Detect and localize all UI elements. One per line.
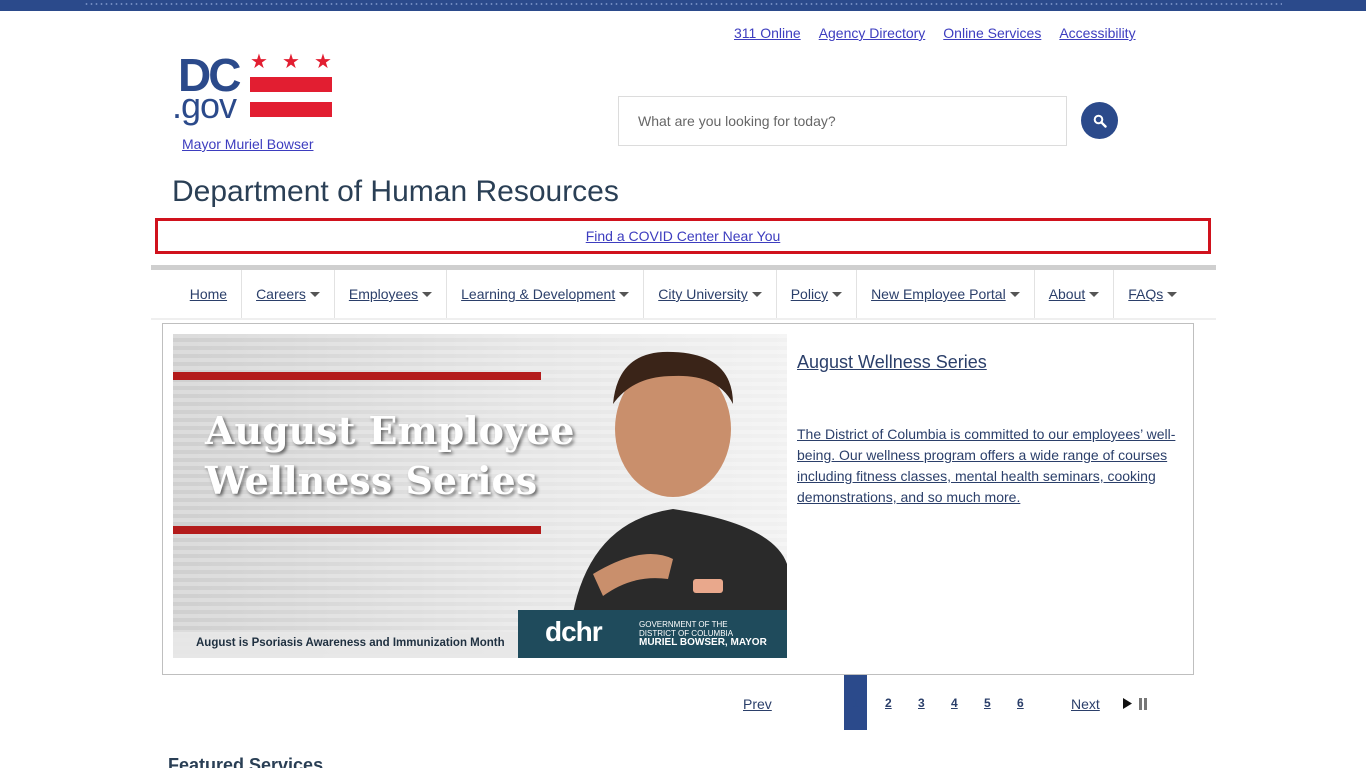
slide-description-link[interactable]: The District of Columbia is committed to… (797, 424, 1187, 508)
utility-link-accessibility[interactable]: Accessibility (1059, 25, 1135, 41)
main-nav: Home Careers Employees Learning & Develo… (151, 270, 1216, 320)
search-icon (1093, 114, 1107, 128)
logo-star-icon: ★ (314, 51, 332, 73)
search-input[interactable] (619, 97, 1066, 145)
nav-label: New Employee Portal (871, 286, 1006, 302)
nav-label: Employees (348, 286, 419, 302)
nav-label: City University (658, 286, 748, 302)
dc-government-mark: GOVERNMENT OF THE DISTRICT OF COLUMBIA M… (639, 620, 767, 648)
dc-gov-logo[interactable]: DC .gov ★ ★ ★ (172, 52, 334, 128)
prev-slide-button[interactable]: Prev (743, 696, 772, 712)
caret-down-icon (422, 292, 433, 297)
pager-page[interactable]: 2 (885, 696, 892, 710)
logo-star-icon: ★ (282, 51, 300, 73)
nav-item-learning-development[interactable]: Learning & Development (447, 270, 645, 318)
utility-link-agency-directory[interactable]: Agency Directory (819, 25, 926, 41)
pause-icon[interactable] (1138, 698, 1148, 710)
caret-down-icon (619, 292, 630, 297)
nav-label: Careers (256, 286, 306, 302)
logo-star-icon: ★ (250, 51, 268, 73)
covid-center-link[interactable]: Find a COVID Center Near You (586, 228, 781, 244)
caret-down-icon (309, 292, 320, 297)
mayor-link[interactable]: Mayor Muriel Bowser (182, 136, 313, 152)
nav-item-home[interactable]: Home (176, 270, 243, 318)
pager-page[interactable]: 6 (1017, 696, 1024, 710)
covid-alert-banner: Find a COVID Center Near You (155, 218, 1211, 254)
nav-label: FAQs (1128, 286, 1164, 302)
search-button[interactable] (1081, 102, 1118, 139)
logo-red-stripe (250, 77, 332, 92)
nav-label: Home (189, 286, 228, 302)
nav-item-city-university[interactable]: City University (644, 270, 777, 318)
slide-image[interactable]: August Employee Wellness Series August i… (173, 334, 787, 658)
caret-down-icon (751, 292, 762, 297)
utility-nav: 311 Online Agency Directory Online Servi… (734, 25, 1136, 41)
next-slide-button[interactable]: Next (1071, 696, 1100, 712)
slide-image-headline-line: August Employee (205, 408, 575, 453)
featured-carousel: August Employee Wellness Series August i… (162, 323, 1194, 675)
nav-item-new-employee-portal[interactable]: New Employee Portal (857, 270, 1035, 318)
carousel-pager: Prev 1 2 3 4 5 6 Next (0, 675, 1366, 730)
nav-item-faqs[interactable]: FAQs (1114, 270, 1191, 318)
utility-link-311[interactable]: 311 Online (734, 25, 801, 41)
caret-down-icon (1089, 292, 1100, 297)
utility-link-online-services[interactable]: Online Services (943, 25, 1041, 41)
nav-item-employees[interactable]: Employees (335, 270, 448, 318)
slide-image-headline: August Employee Wellness Series (205, 406, 574, 506)
page-title: Department of Human Resources (172, 175, 619, 208)
gov-mark-line: MURIEL BOWSER, MAYOR (639, 637, 767, 648)
logo-red-stripe (250, 102, 332, 117)
top-banner-bar (0, 0, 1366, 11)
slide-title-link[interactable]: August Wellness Series (797, 352, 987, 373)
nav-item-about[interactable]: About (1035, 270, 1115, 318)
pager-page[interactable]: 5 (984, 696, 991, 710)
top-banner-dots (84, 3, 1282, 5)
nav-item-policy[interactable]: Policy (777, 270, 858, 318)
featured-services-heading: Featured Services (168, 755, 324, 768)
caret-down-icon (832, 292, 843, 297)
pager-page-active[interactable]: 1 (844, 675, 867, 730)
caret-down-icon (1009, 292, 1020, 297)
nav-label: Policy (790, 286, 829, 302)
caret-down-icon (1167, 292, 1178, 297)
nav-label: About (1048, 286, 1086, 302)
gov-mark-line: GOVERNMENT OF THE (639, 620, 728, 629)
pager-page[interactable]: 4 (951, 696, 958, 710)
play-icon[interactable] (1122, 697, 1133, 710)
slide-image-headline-line: Wellness Series (205, 458, 538, 503)
dchr-logo-text: dchr (545, 616, 603, 647)
search-box (618, 96, 1067, 146)
pager-page[interactable]: 3 (918, 696, 925, 710)
nav-item-careers[interactable]: Careers (242, 270, 335, 318)
nav-label: Learning & Development (461, 286, 616, 302)
slide-image-caption: August is Psoriasis Awareness and Immuni… (196, 637, 505, 649)
logo-gov-text: .gov (172, 85, 237, 126)
